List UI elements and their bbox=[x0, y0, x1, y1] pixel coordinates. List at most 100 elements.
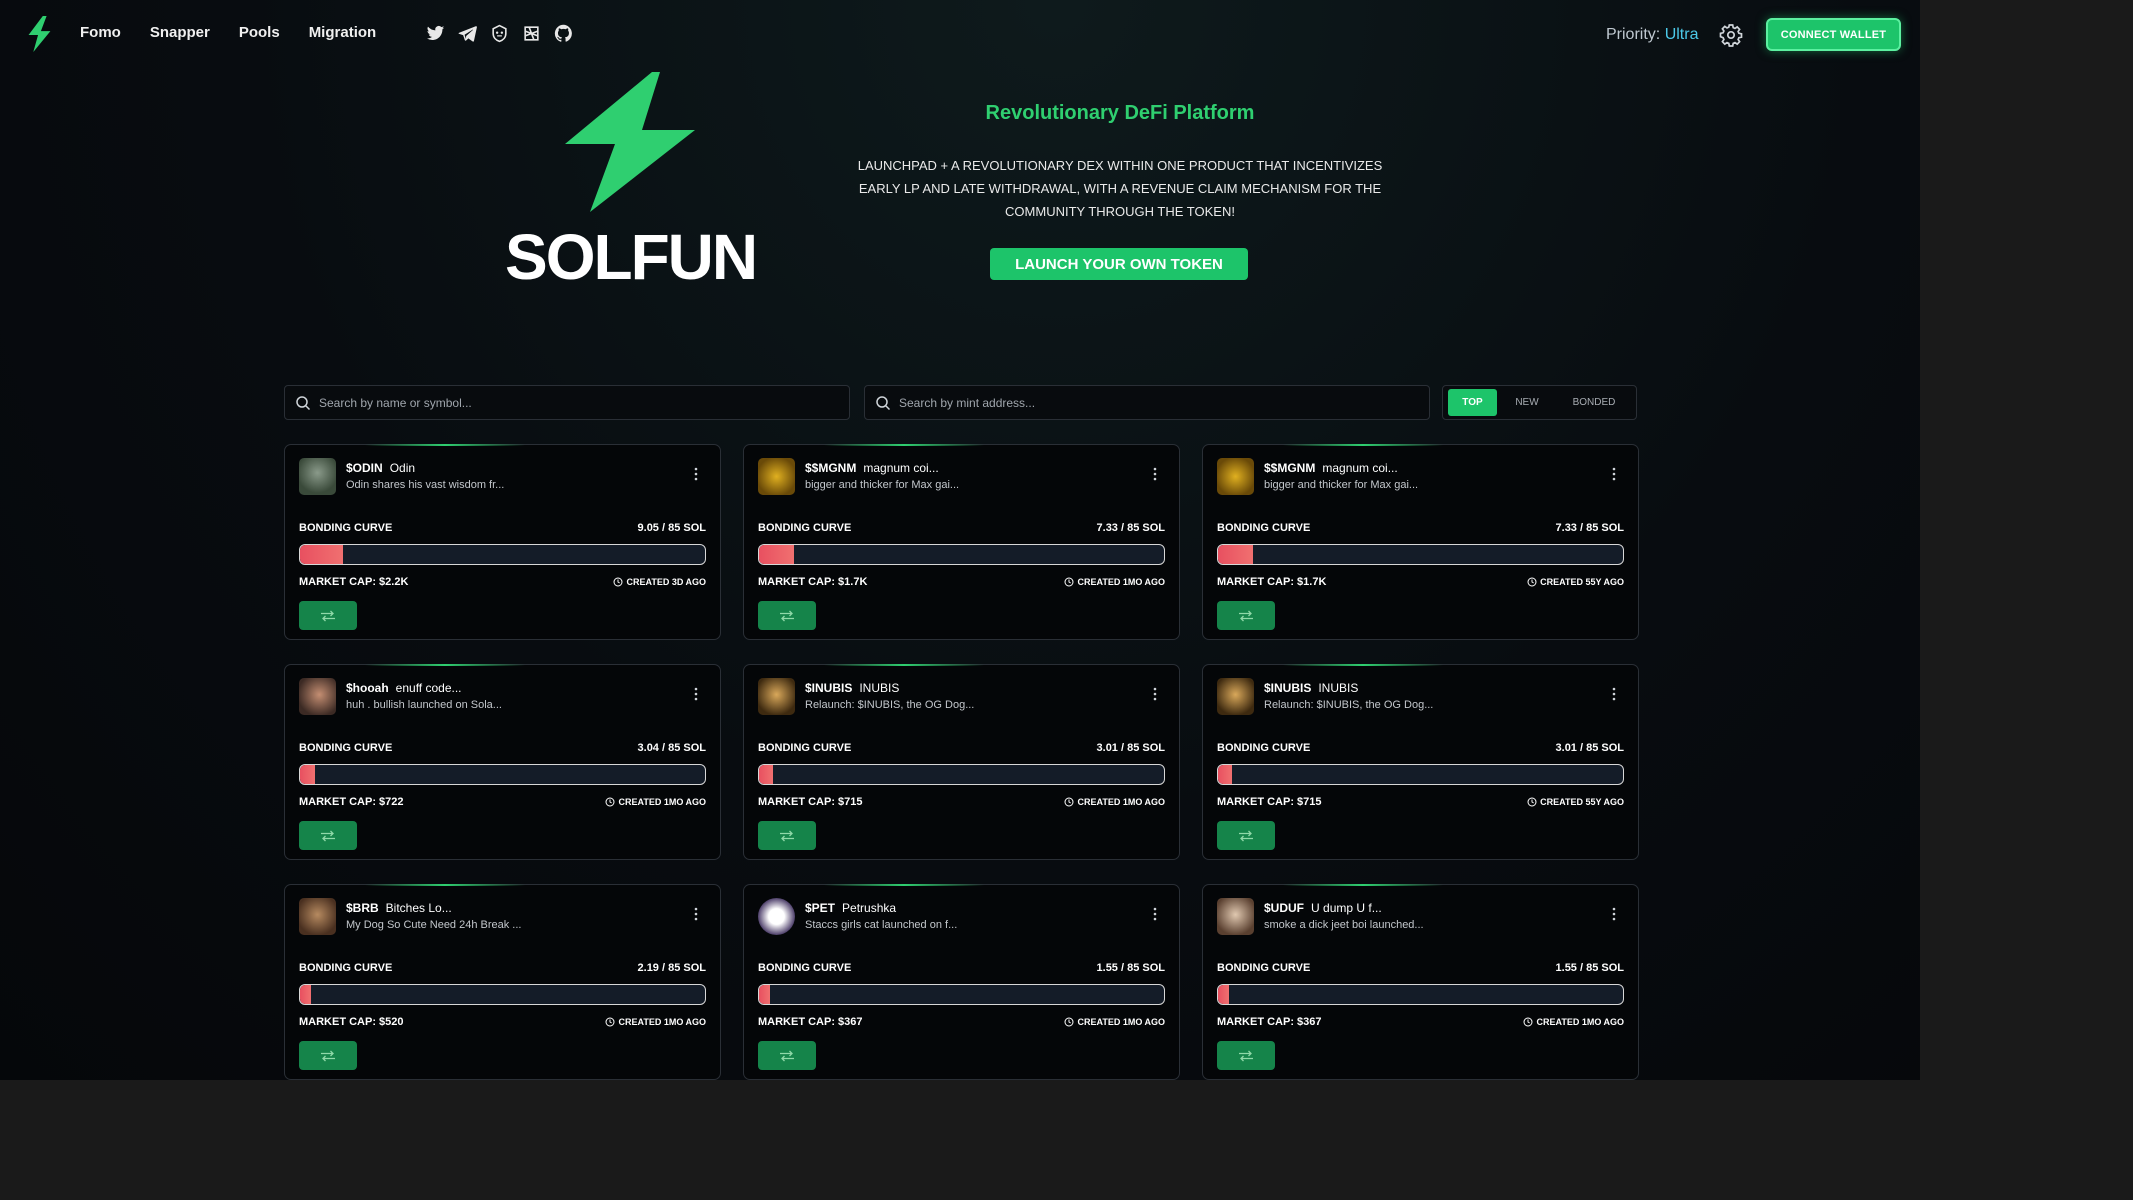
swap-button[interactable] bbox=[758, 601, 816, 630]
token-title: $UDUF U dump U f... bbox=[1264, 901, 1382, 915]
token-card[interactable]: $BRB Bitches Lo... My Dog So Cute Need 24h… bbox=[284, 884, 721, 1080]
token-avatar bbox=[1217, 678, 1254, 715]
name-search-input[interactable] bbox=[319, 395, 849, 410]
created-time: CREATED 55Y AGO bbox=[1527, 797, 1624, 807]
token-card[interactable]: $PET Petrushka Staccs girls cat launched o… bbox=[743, 884, 1180, 1080]
name-search bbox=[284, 385, 850, 420]
token-name: INUBIS bbox=[859, 681, 900, 695]
swap-button[interactable] bbox=[299, 821, 357, 850]
priority-indicator[interactable]: Priority: Ultra bbox=[1606, 26, 1698, 44]
telegram-icon[interactable] bbox=[458, 24, 477, 43]
tab-top[interactable]: TOP bbox=[1448, 389, 1497, 416]
github-icon[interactable] bbox=[554, 24, 573, 43]
token-card[interactable]: $$MGNM magnum coi... bigger and thicker fo… bbox=[743, 444, 1180, 640]
bonding-curve-label: BONDING CURVE bbox=[299, 522, 393, 534]
more-options-icon[interactable] bbox=[1153, 467, 1157, 481]
created-label: CREATED 1MO AGO bbox=[618, 1017, 706, 1027]
created-time: CREATED 1MO AGO bbox=[605, 797, 706, 807]
bonding-curve-value: 3.04 / 85 SOL bbox=[637, 742, 706, 754]
nav-link-pools[interactable]: Pools bbox=[239, 24, 280, 41]
bonding-progress-fill bbox=[1218, 545, 1253, 564]
created-time: CREATED 3D AGO bbox=[613, 577, 706, 587]
token-card[interactable]: $$MGNM magnum coi... bigger and thicker fo… bbox=[1202, 444, 1639, 640]
hero-tagline: Revolutionary DeFi Platform bbox=[985, 102, 1255, 124]
swap-button[interactable] bbox=[299, 1041, 357, 1070]
more-options-icon[interactable] bbox=[1612, 687, 1616, 701]
token-symbol: $ODIN bbox=[346, 461, 383, 475]
bonding-progress-fill bbox=[1218, 765, 1233, 784]
token-title: $hooah enuff code... bbox=[346, 681, 462, 695]
bonding-curve-value: 7.33 / 85 SOL bbox=[1555, 522, 1624, 534]
token-symbol: $$MGNM bbox=[1264, 461, 1316, 475]
swap-button[interactable] bbox=[1217, 1041, 1275, 1070]
more-options-icon[interactable] bbox=[694, 467, 698, 481]
mint-search-input[interactable] bbox=[899, 395, 1429, 410]
launch-token-button[interactable]: LAUNCH YOUR OWN TOKEN bbox=[990, 248, 1248, 280]
bonding-curve-label: BONDING CURVE bbox=[758, 962, 852, 974]
swap-icon bbox=[321, 1050, 335, 1061]
created-time: CREATED 1MO AGO bbox=[605, 1017, 706, 1027]
bonding-curve-value: 1.55 / 85 SOL bbox=[1096, 962, 1165, 974]
more-options-icon[interactable] bbox=[1153, 907, 1157, 921]
created-label: CREATED 3D AGO bbox=[626, 577, 706, 587]
token-name: INUBIS bbox=[1318, 681, 1359, 695]
bonding-progress-bar bbox=[758, 764, 1165, 785]
twitter-icon[interactable] bbox=[426, 24, 445, 43]
token-card[interactable]: $UDUF U dump U f... smoke a dick jeet boi … bbox=[1202, 884, 1639, 1080]
connect-wallet-button[interactable]: CONNECT WALLET bbox=[1766, 18, 1901, 51]
token-avatar bbox=[299, 458, 336, 495]
nav-link-migration[interactable]: Migration bbox=[309, 24, 377, 41]
bonding-progress-bar bbox=[299, 544, 706, 565]
clock-icon bbox=[1527, 797, 1537, 807]
token-title: $BRB Bitches Lo... bbox=[346, 901, 452, 915]
swap-button[interactable] bbox=[299, 601, 357, 630]
bonding-progress-fill bbox=[759, 545, 794, 564]
token-symbol: $hooah bbox=[346, 681, 389, 695]
swap-button[interactable] bbox=[758, 821, 816, 850]
token-card[interactable]: $hooah enuff code... huh . bullish launche… bbox=[284, 664, 721, 860]
token-symbol: $INUBIS bbox=[805, 681, 853, 695]
more-options-icon[interactable] bbox=[694, 687, 698, 701]
created-label: CREATED 1MO AGO bbox=[1536, 1017, 1624, 1027]
token-description: smoke a dick jeet boi launched... bbox=[1264, 919, 1424, 931]
tab-bonded[interactable]: BONDED bbox=[1557, 389, 1631, 416]
token-description: huh . bullish launched on Sola... bbox=[346, 699, 502, 711]
nav-link-fomo[interactable]: Fomo bbox=[80, 24, 121, 41]
token-title: $$MGNM magnum coi... bbox=[1264, 461, 1398, 475]
token-card[interactable]: $ODIN Odin Odin shares his vast wisdom fr.… bbox=[284, 444, 721, 640]
created-time: CREATED 1MO AGO bbox=[1064, 797, 1165, 807]
swap-button[interactable] bbox=[758, 1041, 816, 1070]
nav-link-snapper[interactable]: Snapper bbox=[150, 24, 210, 41]
token-name: Petrushka bbox=[842, 901, 897, 915]
created-label: CREATED 1MO AGO bbox=[618, 797, 706, 807]
gitbook-icon[interactable] bbox=[490, 24, 509, 43]
mint-search bbox=[864, 385, 1430, 420]
more-options-icon[interactable] bbox=[694, 907, 698, 921]
swap-button[interactable] bbox=[1217, 601, 1275, 630]
token-card[interactable]: $INUBIS INUBIS Relaunch: $INUBIS, the OG D… bbox=[743, 664, 1180, 860]
card-glow bbox=[365, 664, 525, 666]
bonding-progress-bar bbox=[299, 764, 706, 785]
token-card[interactable]: $INUBIS INUBIS Relaunch: $INUBIS, the OG D… bbox=[1202, 664, 1639, 860]
gear-icon[interactable] bbox=[1719, 23, 1743, 47]
bonding-curve-label: BONDING CURVE bbox=[1217, 962, 1311, 974]
swap-button[interactable] bbox=[1217, 821, 1275, 850]
bonding-curve-value: 3.01 / 85 SOL bbox=[1555, 742, 1624, 754]
logo-bolt-icon[interactable] bbox=[20, 14, 58, 54]
dexscreener-icon[interactable] bbox=[522, 24, 541, 43]
nav-links: Fomo Snapper Pools Migration bbox=[80, 24, 376, 41]
more-options-icon[interactable] bbox=[1153, 687, 1157, 701]
bonding-progress-bar bbox=[1217, 984, 1624, 1005]
card-glow bbox=[1283, 884, 1443, 886]
card-glow bbox=[824, 444, 984, 446]
bonding-curve-value: 1.55 / 85 SOL bbox=[1555, 962, 1624, 974]
bonding-curve-value: 7.33 / 85 SOL bbox=[1096, 522, 1165, 534]
card-glow bbox=[365, 884, 525, 886]
market-cap: MARKET CAP: $367 bbox=[758, 1016, 863, 1028]
card-glow bbox=[824, 664, 984, 666]
swap-icon bbox=[1239, 610, 1253, 621]
more-options-icon[interactable] bbox=[1612, 467, 1616, 481]
tab-new[interactable]: NEW bbox=[1497, 389, 1557, 416]
token-name: Bitches Lo... bbox=[385, 901, 452, 915]
more-options-icon[interactable] bbox=[1612, 907, 1616, 921]
